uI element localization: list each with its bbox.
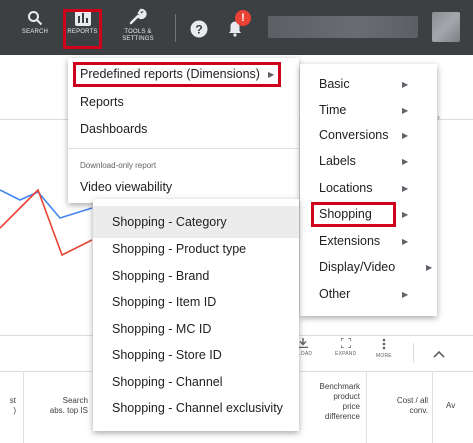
tools-label: TOOLS & SETTINGS: [122, 29, 154, 43]
download-only-section-label: Download-only report: [80, 161, 157, 170]
header-text: price: [342, 402, 360, 411]
reports-highlight-box: [63, 9, 102, 49]
download-icon: [298, 338, 309, 348]
toolbar-divider-2: [413, 343, 414, 363]
submenu-item-labels[interactable]: Labels: [319, 154, 356, 168]
menu-item-reports[interactable]: Reports: [80, 95, 124, 109]
tools-label-line2: SETTINGS: [122, 36, 154, 42]
header-text: abs. top IS: [49, 406, 88, 415]
shopping-highlight-box: [311, 202, 396, 227]
toolbar-divider: [175, 14, 176, 42]
account-info-blurred: [268, 16, 418, 38]
header-text: Search: [62, 396, 88, 405]
header-text: Cost / all: [396, 396, 428, 405]
submenu-arrow-icon: ▶: [402, 80, 409, 89]
svg-text:?: ?: [195, 23, 202, 37]
submenu-item-shopping-category[interactable]: Shopping - Category: [112, 215, 227, 229]
submenu-item-shopping-channel[interactable]: Shopping - Channel: [112, 375, 223, 389]
submenu-item-shopping-channel-exclusivity[interactable]: Shopping - Channel exclusivity: [112, 401, 283, 415]
header-text: ): [13, 406, 16, 415]
header-text: product: [333, 392, 360, 401]
column-header-truncated-av[interactable]: Av: [446, 401, 466, 411]
submenu-arrow-icon: ▶: [402, 184, 409, 193]
notification-badge: !: [235, 10, 251, 26]
submenu-item-display-video[interactable]: Display/Video: [319, 260, 395, 274]
column-header-truncated[interactable]: st ): [2, 396, 16, 416]
more-button[interactable]: MORE: [376, 338, 392, 359]
header-text: difference: [325, 412, 360, 421]
column-header-search-abs-top-is[interactable]: Search abs. top IS: [28, 396, 88, 416]
submenu-item-locations[interactable]: Locations: [319, 181, 373, 195]
column-divider: [432, 371, 433, 443]
header-text: st: [9, 396, 16, 405]
tools-label-line1: TOOLS &: [124, 29, 152, 35]
submenu-arrow-icon: ▶: [402, 157, 409, 166]
avatar[interactable]: [432, 12, 460, 42]
submenu-item-extensions[interactable]: Extensions: [319, 234, 380, 248]
search-button[interactable]: SEARCH: [20, 4, 50, 52]
dimensions-submenu: Basic ▶ Time ▶ Conversions ▶ Labels ▶ Lo…: [300, 64, 437, 316]
tools-settings-button[interactable]: TOOLS & SETTINGS: [118, 4, 158, 52]
submenu-arrow-icon: ▶: [402, 237, 409, 246]
predefined-reports-highlight-box: [73, 62, 281, 87]
more-vert-icon: [382, 338, 386, 350]
submenu-item-other[interactable]: Other: [319, 287, 350, 301]
column-header-benchmark-price-diff[interactable]: Benchmark product price difference: [300, 382, 360, 422]
wrench-icon: [129, 4, 147, 26]
menu-item-dashboards[interactable]: Dashboards: [80, 122, 147, 136]
expand-icon: [340, 338, 351, 348]
submenu-arrow-icon: ▶: [426, 263, 433, 272]
search-label: SEARCH: [21, 29, 49, 35]
menu-item-video-viewability[interactable]: Video viewability: [80, 180, 172, 194]
collapse-chevron-up-icon[interactable]: [433, 345, 445, 363]
submenu-item-time[interactable]: Time: [319, 103, 346, 117]
column-divider: [23, 371, 24, 443]
submenu-arrow-icon: ▶: [402, 210, 409, 219]
submenu-item-shopping-brand[interactable]: Shopping - Brand: [112, 269, 209, 283]
submenu-arrow-icon: ▶: [402, 131, 409, 140]
header-text: Benchmark: [319, 382, 360, 391]
header-text: conv.: [409, 406, 428, 415]
reports-dropdown-menu: Predefined reports (Dimensions) ▶ Report…: [68, 58, 299, 203]
expand-button[interactable]: EXPAND: [335, 338, 356, 357]
shopping-submenu: Shopping - Category Shopping - Product t…: [93, 199, 299, 431]
menu-divider: [68, 148, 299, 149]
submenu-arrow-icon: ▶: [402, 290, 409, 299]
more-label: MORE: [376, 353, 392, 359]
search-icon: [27, 4, 43, 26]
column-header-cost-all-conv[interactable]: Cost / all conv.: [370, 396, 428, 416]
submenu-item-shopping-item-id[interactable]: Shopping - Item ID: [112, 295, 216, 309]
submenu-item-conversions[interactable]: Conversions: [319, 128, 388, 142]
submenu-item-shopping-product-type[interactable]: Shopping - Product type: [112, 242, 246, 256]
submenu-item-shopping-store-id[interactable]: Shopping - Store ID: [112, 348, 222, 362]
help-icon[interactable]: ?: [190, 20, 208, 43]
submenu-arrow-icon: ▶: [402, 106, 409, 115]
submenu-item-basic[interactable]: Basic: [319, 77, 350, 91]
column-divider: [366, 371, 367, 443]
submenu-item-shopping-mc-id[interactable]: Shopping - MC ID: [112, 322, 211, 336]
expand-label: EXPAND: [335, 351, 357, 357]
